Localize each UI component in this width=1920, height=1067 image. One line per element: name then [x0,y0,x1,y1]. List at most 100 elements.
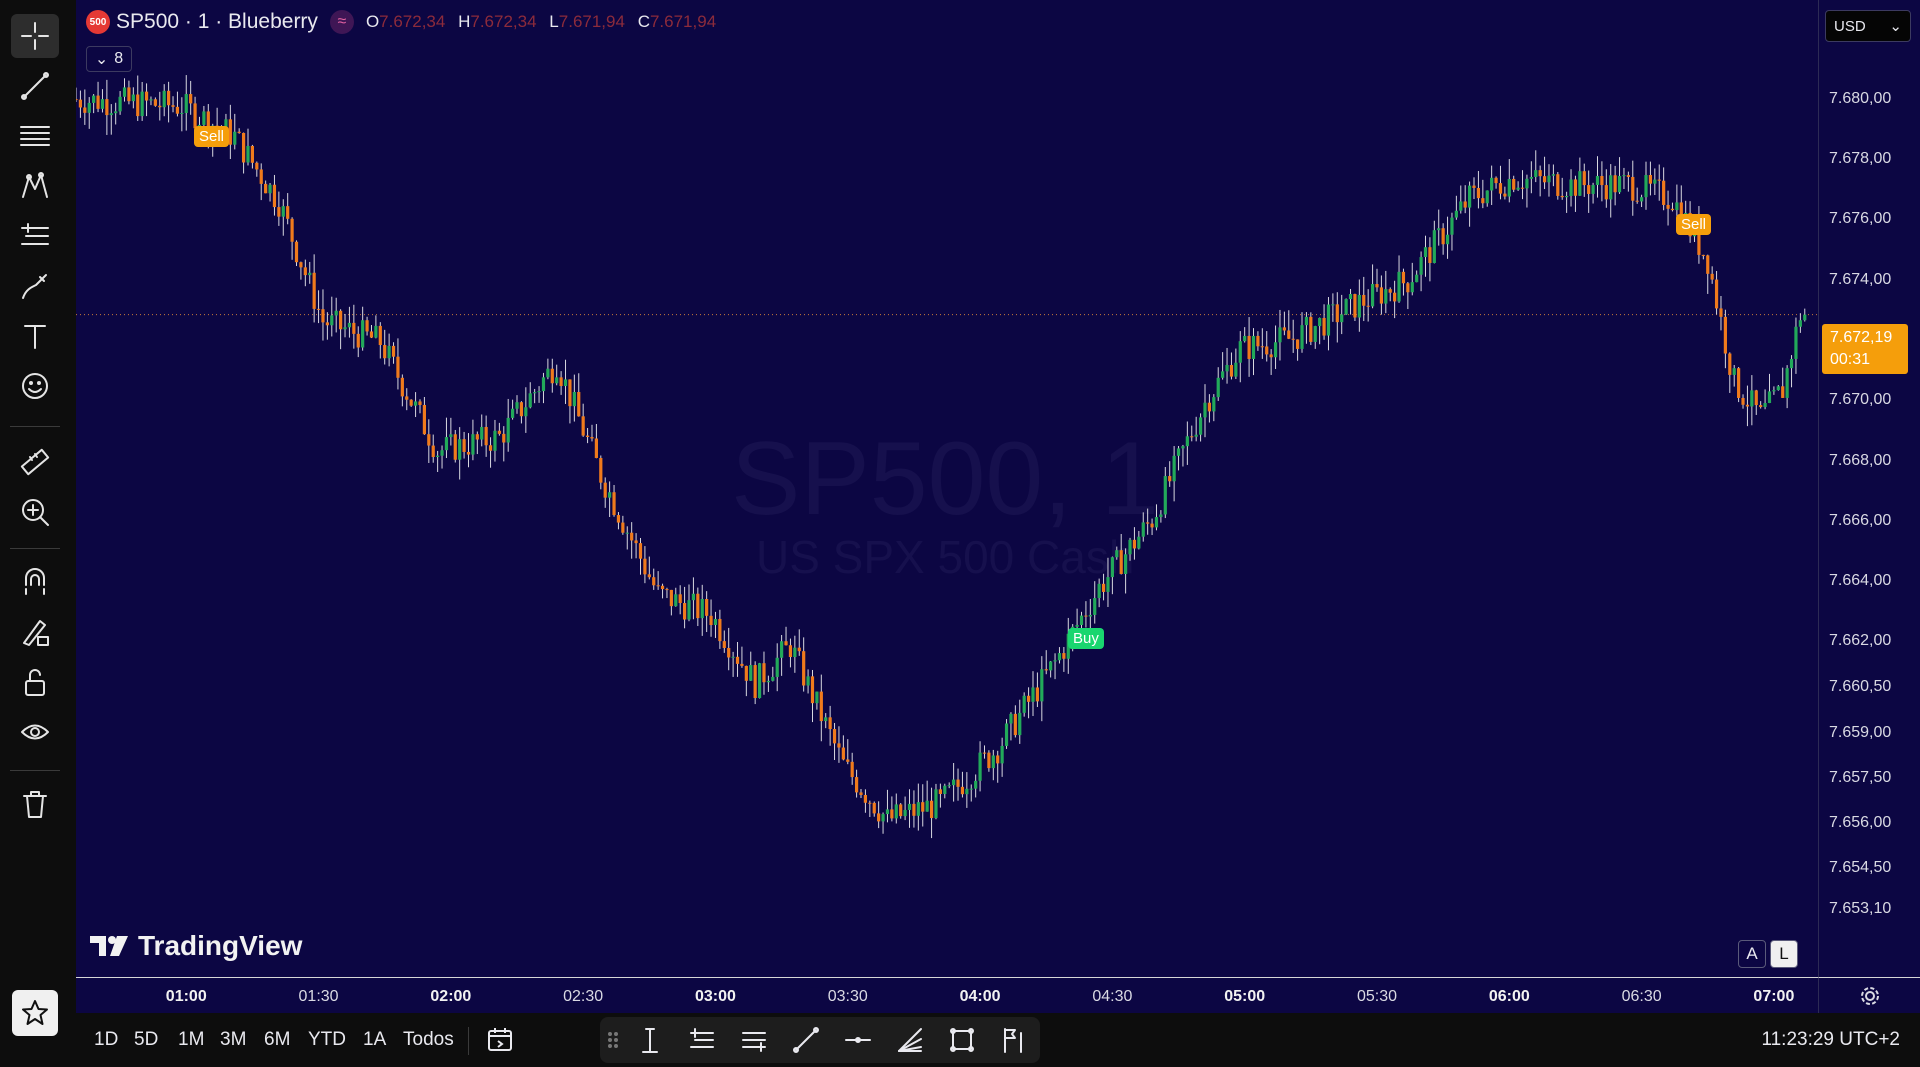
candle [1128,537,1132,561]
candle [1741,394,1745,409]
candle [96,81,100,113]
range-ytd-button[interactable]: YTD [308,1029,346,1051]
text-icon[interactable] [11,314,59,358]
close-value: 7.671,94 [649,12,717,31]
candle [612,485,616,517]
range-1m-button[interactable]: 1M [178,1029,204,1051]
candlestick-chart[interactable] [76,0,1818,977]
candle [660,583,665,599]
lock-drawing-icon[interactable] [11,610,59,654]
candle [1004,719,1009,749]
candle [762,651,766,695]
time-scale[interactable]: 01:00 01:30 02:00 02:30 03:00 03:30 04:00 04:30… [76,977,1818,1013]
price-tick-label: 7.656,00 [1829,814,1892,831]
candle [1441,223,1445,255]
candle [559,371,563,395]
candle [303,259,307,287]
flag-marker-icon[interactable] [994,1023,1030,1057]
fib-fan-icon[interactable] [892,1023,928,1057]
time-tick-label: 05:00 [1224,988,1266,1005]
sell-signal[interactable]: Sell [194,126,230,147]
candle [1216,367,1220,401]
candle [652,568,656,590]
trend-line-icon[interactable] [788,1023,824,1057]
candle [493,419,497,462]
candle [837,726,841,763]
range-3m-button[interactable]: 3M [220,1029,246,1051]
candle [1026,687,1031,719]
fib-retracement-icon[interactable] [11,114,59,158]
candle [1300,312,1304,353]
price-scale[interactable]: USD ⌄ 7.680,00 7.678,00 7.676,00 7.674,00 7.… [1818,0,1920,977]
candle [506,398,510,452]
trend-line-icon[interactable] [11,64,59,108]
buy-signal[interactable]: Buy [1068,628,1104,649]
candle [1781,367,1785,398]
candle [590,424,594,442]
magnet-icon[interactable] [11,560,59,604]
candle [1384,270,1388,314]
auto-scale-button[interactable]: A [1738,940,1766,968]
symbol-title[interactable]: SP500 · 1 · Blueberry [116,10,318,34]
drag-handle-icon[interactable] [604,1023,622,1057]
long-position-icon[interactable] [684,1023,720,1057]
candle [312,254,316,323]
candle [1463,185,1467,214]
ruler-icon[interactable] [11,440,59,484]
tradingview-logo-icon [90,936,128,956]
rectangle-icon[interactable] [944,1023,980,1057]
candle [149,96,153,106]
wave-icon[interactable]: ≈ [329,10,354,34]
range-all-button[interactable]: Todos [403,1029,454,1051]
favorites-star-icon[interactable] [12,990,58,1036]
go-to-date-icon[interactable] [486,1025,514,1058]
trash-icon[interactable] [11,782,59,826]
emoji-icon[interactable] [11,364,59,408]
indicators-collapse-button[interactable]: ⌄ 8 [86,46,132,72]
candle [881,812,885,834]
range-6m-button[interactable]: 6M [264,1029,290,1051]
candle [264,180,268,194]
horizontal-line-icon[interactable] [840,1023,876,1057]
range-1a-button[interactable]: 1A [363,1029,386,1051]
candle [1454,195,1458,220]
sell-signal[interactable]: Sell [1676,214,1712,235]
clock-timezone[interactable]: 11:23:29 UTC+2 [1761,1029,1900,1051]
zoom-in-icon[interactable] [11,490,59,534]
crosshair-icon[interactable] [11,14,59,58]
settings-icon[interactable] [1859,985,1881,1007]
candle [1370,264,1375,309]
candle [1260,328,1264,359]
log-scale-button[interactable]: L [1770,940,1798,968]
pattern-icon[interactable] [11,164,59,208]
scale-settings[interactable] [1818,977,1920,1013]
forecasting-icon[interactable] [11,214,59,258]
candle [1326,297,1331,351]
range-5d-button[interactable]: 5D [134,1029,158,1051]
range-1d-button[interactable]: 1D [94,1029,118,1051]
brush-icon[interactable] [11,264,59,308]
unlock-icon[interactable] [11,660,59,704]
candle [1551,164,1555,187]
candle [1706,254,1710,294]
chart-pane[interactable]: SP500, 1 US SPX 500 Cash 500 SP500 · 1 ·… [76,0,1818,977]
candle [1635,187,1639,204]
currency-selector[interactable]: USD ⌄ [1825,10,1911,42]
eye-icon[interactable] [11,710,59,754]
candle [599,455,603,490]
candle [1013,705,1017,738]
candle [740,646,744,668]
price-tick-label: 7.668,00 [1829,452,1892,469]
candle [647,556,651,580]
short-position-icon[interactable] [736,1023,772,1057]
vertical-line-icon[interactable] [632,1023,668,1057]
candle [1049,660,1053,678]
candle [890,796,894,822]
candle [784,626,788,646]
candle [524,387,528,433]
candle [228,104,232,160]
candle [480,414,484,447]
candle [780,634,784,676]
candle [1648,161,1653,196]
candle [237,128,241,134]
